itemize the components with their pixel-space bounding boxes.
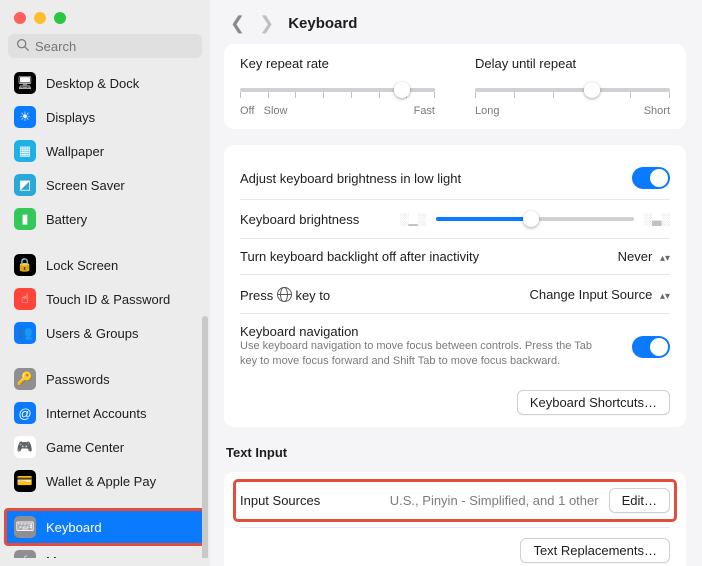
wallpaper-icon: ▦ xyxy=(14,140,36,162)
wallet-apple-pay-icon: 💳 xyxy=(14,470,36,492)
keyboard-brightness-slider[interactable] xyxy=(436,210,634,228)
press-globe-key-dropdown[interactable]: Change Input Source ▴▾ xyxy=(529,287,670,302)
sidebar-item-passwords[interactable]: 🔑 Passwords xyxy=(6,362,204,396)
search-icon xyxy=(16,38,29,54)
rate-off-label: Off xyxy=(240,105,254,117)
main-panel: ❮ ❯ Keyboard Key repeat rate Off Slow xyxy=(210,0,702,566)
sidebar-item-label: Users & Groups xyxy=(46,326,138,341)
text-input-card: Input Sources U.S., Pinyin - Simplified,… xyxy=(224,472,686,566)
delay-until-repeat-label: Delay until repeat xyxy=(475,56,670,71)
edit-input-sources-button[interactable]: Edit… xyxy=(609,488,670,513)
sidebar-item-keyboard[interactable]: ⌨︎ Keyboard xyxy=(6,510,204,544)
sidebar-item-label: Battery xyxy=(46,212,87,227)
minimize-window-button[interactable] xyxy=(34,12,46,24)
globe-icon xyxy=(277,287,292,302)
keyboard-icon: ⌨︎ xyxy=(14,516,36,538)
sidebar-item-users-groups[interactable]: 👥 Users & Groups xyxy=(6,316,204,350)
sidebar: 🖥 Desktop & Dock ☀︎ Displays ▦ Wallpaper ◩ Scre… xyxy=(0,0,210,566)
sidebar-item-label: Passwords xyxy=(46,372,110,387)
keyboard-navigation-toggle[interactable] xyxy=(632,336,670,358)
close-window-button[interactable] xyxy=(14,12,26,24)
sidebar-item-game-center[interactable]: 🎮 Game Center xyxy=(6,430,204,464)
header: ❮ ❯ Keyboard xyxy=(210,0,702,44)
battery-icon: ▮ xyxy=(14,208,36,230)
desktop-dock-icon: 🖥 xyxy=(14,72,36,94)
key-repeat-rate-group: Key repeat rate Off Slow Fast xyxy=(240,56,435,117)
backlight-off-dropdown[interactable]: Never ▴▾ xyxy=(618,249,670,264)
delay-until-repeat-slider[interactable] xyxy=(475,81,670,99)
sidebar-item-mouse[interactable]: 🖱 Mouse xyxy=(6,544,204,558)
keyboard-shortcuts-button[interactable]: Keyboard Shortcuts… xyxy=(517,390,670,415)
sidebar-item-label: Screen Saver xyxy=(46,178,125,193)
key-repeat-card: Key repeat rate Off Slow Fast xyxy=(224,44,686,129)
lock-screen-icon: 🔒 xyxy=(14,254,36,276)
sidebar-item-label: Mouse xyxy=(46,554,85,559)
sidebar-item-label: Internet Accounts xyxy=(46,406,146,421)
sidebar-item-label: Wallpaper xyxy=(46,144,104,159)
sidebar-item-label: Game Center xyxy=(46,440,124,455)
brightness-high-icon: ░▃░ xyxy=(644,212,670,226)
sidebar-item-touchid-password[interactable]: ☝︎ Touch ID & Password xyxy=(6,282,204,316)
backlight-off-label: Turn keyboard backlight off after inacti… xyxy=(240,249,479,264)
press-globe-key-label: Press key to xyxy=(240,285,330,303)
delay-long-label: Long xyxy=(475,105,499,117)
displays-icon: ☀︎ xyxy=(14,106,36,128)
rate-fast-label: Fast xyxy=(414,105,435,117)
touchid-password-icon: ☝︎ xyxy=(14,288,36,310)
keyboard-brightness-label: Keyboard brightness xyxy=(240,212,390,227)
zoom-window-button[interactable] xyxy=(54,12,66,24)
search-field[interactable] xyxy=(8,34,202,58)
key-repeat-rate-label: Key repeat rate xyxy=(240,56,435,71)
keyboard-settings-card: Adjust keyboard brightness in low light … xyxy=(224,145,686,427)
chevron-updown-icon: ▴▾ xyxy=(660,256,670,262)
rate-slow-label: Slow xyxy=(264,105,288,117)
sidebar-item-label: Desktop & Dock xyxy=(46,76,139,91)
chevron-updown-icon: ▴▾ xyxy=(660,294,670,300)
internet-accounts-icon: @ xyxy=(14,402,36,424)
sidebar-item-label: Lock Screen xyxy=(46,258,118,273)
mouse-icon: 🖱 xyxy=(14,550,36,558)
back-button[interactable]: ❮ xyxy=(230,14,245,32)
sidebar-item-desktop-dock[interactable]: 🖥 Desktop & Dock xyxy=(6,66,204,100)
sidebar-item-label: Wallet & Apple Pay xyxy=(46,474,156,489)
input-sources-label: Input Sources xyxy=(240,493,320,508)
forward-button[interactable]: ❯ xyxy=(259,14,274,32)
delay-short-label: Short xyxy=(644,105,670,117)
press-globe-key-value: Change Input Source xyxy=(529,287,652,302)
sidebar-item-label: Keyboard xyxy=(46,520,102,535)
sidebar-item-wallet-apple-pay[interactable]: 💳 Wallet & Apple Pay xyxy=(6,464,204,498)
screen-saver-icon: ◩ xyxy=(14,174,36,196)
keyboard-navigation-desc: Use keyboard navigation to move focus be… xyxy=(240,339,602,370)
users-groups-icon: 👥 xyxy=(14,322,36,344)
passwords-icon: 🔑 xyxy=(14,368,36,390)
sidebar-item-battery[interactable]: ▮ Battery xyxy=(6,202,204,236)
text-replacements-button[interactable]: Text Replacements… xyxy=(520,538,670,563)
adjust-brightness-label: Adjust keyboard brightness in low light xyxy=(240,171,461,186)
backlight-off-value: Never xyxy=(618,249,653,264)
delay-until-repeat-group: Delay until repeat Long Short xyxy=(475,56,670,117)
keyboard-navigation-label: Keyboard navigation xyxy=(240,324,602,339)
sidebar-item-label: Displays xyxy=(46,110,95,125)
page-title: Keyboard xyxy=(288,15,357,32)
input-sources-row: Input Sources U.S., Pinyin - Simplified,… xyxy=(234,480,676,521)
text-input-title: Text Input xyxy=(224,443,686,462)
sidebar-item-lock-screen[interactable]: 🔒 Lock Screen xyxy=(6,248,204,282)
sidebar-item-internet-accounts[interactable]: @ Internet Accounts xyxy=(6,396,204,430)
adjust-brightness-toggle[interactable] xyxy=(632,167,670,189)
input-sources-value: U.S., Pinyin - Simplified, and 1 other xyxy=(390,493,599,508)
key-repeat-rate-slider[interactable] xyxy=(240,81,435,99)
sidebar-item-label: Touch ID & Password xyxy=(46,292,170,307)
sidebar-scrollbar[interactable] xyxy=(202,316,208,558)
sidebar-item-wallpaper[interactable]: ▦ Wallpaper xyxy=(6,134,204,168)
brightness-low-icon: ░▁░ xyxy=(400,212,426,226)
sidebar-item-displays[interactable]: ☀︎ Displays xyxy=(6,100,204,134)
window-controls xyxy=(0,0,210,34)
search-input[interactable] xyxy=(35,39,194,54)
game-center-icon: 🎮 xyxy=(14,436,36,458)
sidebar-item-screen-saver[interactable]: ◩ Screen Saver xyxy=(6,168,204,202)
